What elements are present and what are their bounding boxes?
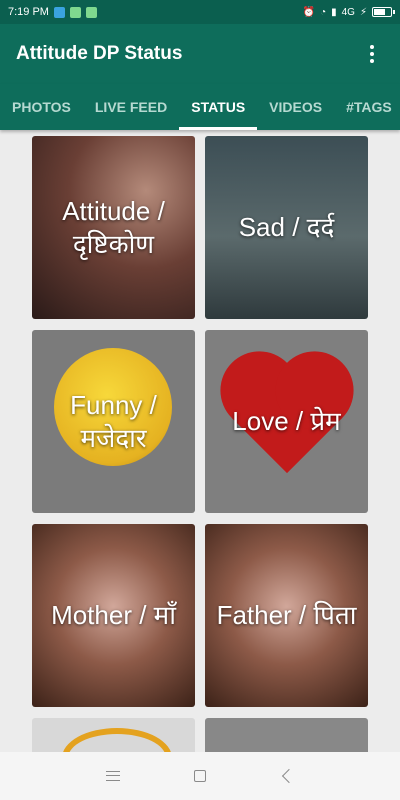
notification-app-icon [85, 6, 97, 18]
category-card-attitude[interactable]: Attitude / दृष्टिकोण [32, 136, 195, 319]
status-bar: 7:19 PM ⏰ ◔ ▮ 4G ⚡ [0, 0, 400, 24]
wifi-icon: ◔ [320, 6, 327, 18]
tab-live-feed[interactable]: LIVE FEED [83, 84, 179, 130]
notification-app-icon [69, 6, 81, 18]
app-bar: Attitude DP Status [0, 24, 400, 84]
notification-app-icon [53, 6, 65, 18]
tab-photos[interactable]: PHOTOS [0, 84, 83, 130]
category-label: Mother / माँ [51, 600, 176, 631]
overflow-menu-icon[interactable] [360, 42, 384, 66]
category-card-mother[interactable]: Mother / माँ [32, 524, 195, 707]
network-type: 4G [341, 6, 355, 18]
category-card-love[interactable]: Love / प्रेम [205, 330, 368, 513]
tab-bar: PHOTOS LIVE FEED STATUS VIDEOS #TAGS [0, 84, 400, 130]
battery-icon [372, 7, 395, 17]
status-time: 7:19 PM [8, 6, 49, 18]
category-label: Love / प्रेम [232, 406, 341, 437]
category-label: Father / पिता [216, 600, 357, 631]
status-category-grid: Attitude / दृष्टिकोण Sad / दर्द Funny / … [32, 136, 368, 758]
tab-videos[interactable]: VIDEOS [257, 84, 334, 130]
home-icon [193, 770, 206, 782]
category-card-sad[interactable]: Sad / दर्द [205, 136, 368, 319]
category-label: Funny / मजेदार [70, 390, 157, 453]
category-card-father[interactable]: Father / पिता [205, 524, 368, 707]
back-button[interactable] [267, 756, 307, 796]
tab-tags[interactable]: #TAGS [334, 84, 400, 130]
system-nav-bar [0, 752, 400, 800]
tab-status[interactable]: STATUS [179, 84, 258, 130]
signal-icon: ▮ [331, 6, 337, 18]
category-card-funny[interactable]: Funny / मजेदार [32, 330, 195, 513]
app-title: Attitude DP Status [16, 43, 183, 64]
category-label: Attitude / दृष्टिकोण [62, 196, 165, 259]
menu-icon [106, 771, 121, 781]
alarm-icon: ⏰ [302, 6, 316, 18]
recents-button[interactable] [93, 756, 133, 796]
home-button[interactable] [180, 756, 220, 796]
back-icon [281, 768, 296, 784]
category-label: Sad / दर्द [238, 212, 335, 243]
charging-icon: ⚡ [359, 6, 367, 18]
